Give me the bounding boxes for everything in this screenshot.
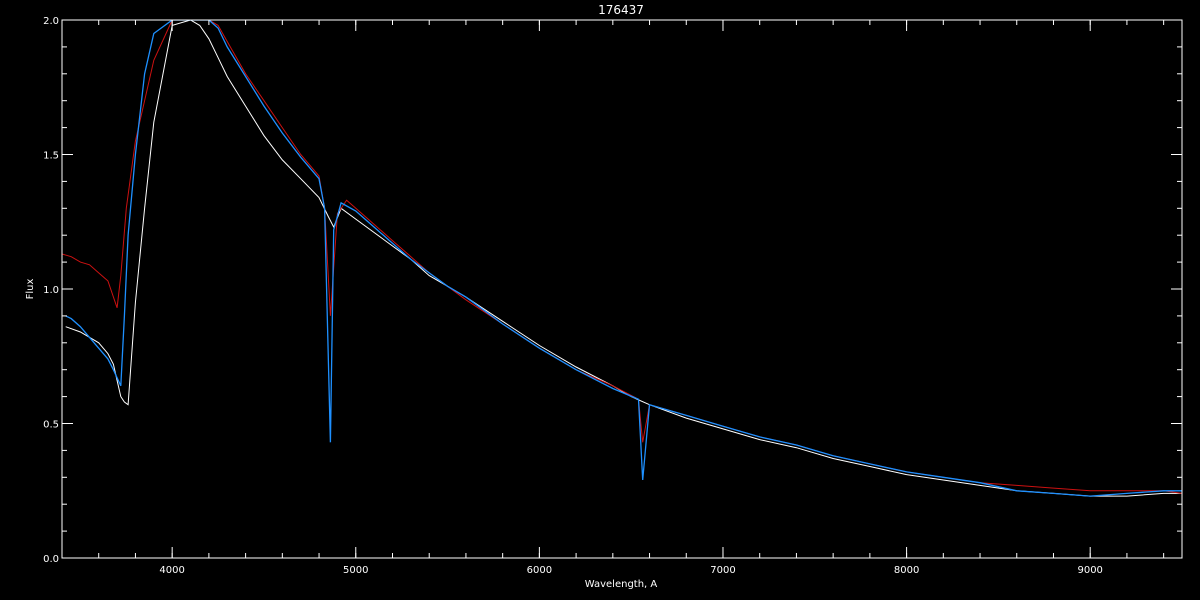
- spectrum-chart: 176437 4000 5000 6000 7000 8000 9000 0.0 0.5 1.0…: [0, 0, 1200, 600]
- chart-title: 176437: [598, 3, 644, 17]
- x-tick-label: 9000: [1077, 565, 1102, 576]
- y-tick-label: 2.0: [43, 16, 59, 27]
- x-tick-label: 4000: [159, 565, 184, 576]
- x-tick-label: 5000: [343, 565, 368, 576]
- y-tick-label: 0.0: [43, 554, 59, 565]
- y-axis-label: Flux: [25, 279, 36, 300]
- y-tick-label: 1.0: [43, 285, 59, 296]
- y-tick-label: 0.5: [43, 420, 59, 431]
- x-tick-label: 8000: [894, 565, 919, 576]
- x-tick-label: 6000: [527, 565, 552, 576]
- x-tick-label: 7000: [710, 565, 735, 576]
- chart-background: [0, 0, 1200, 600]
- y-tick-label: 1.5: [43, 151, 59, 162]
- x-axis-label: Wavelength, A: [585, 579, 658, 590]
